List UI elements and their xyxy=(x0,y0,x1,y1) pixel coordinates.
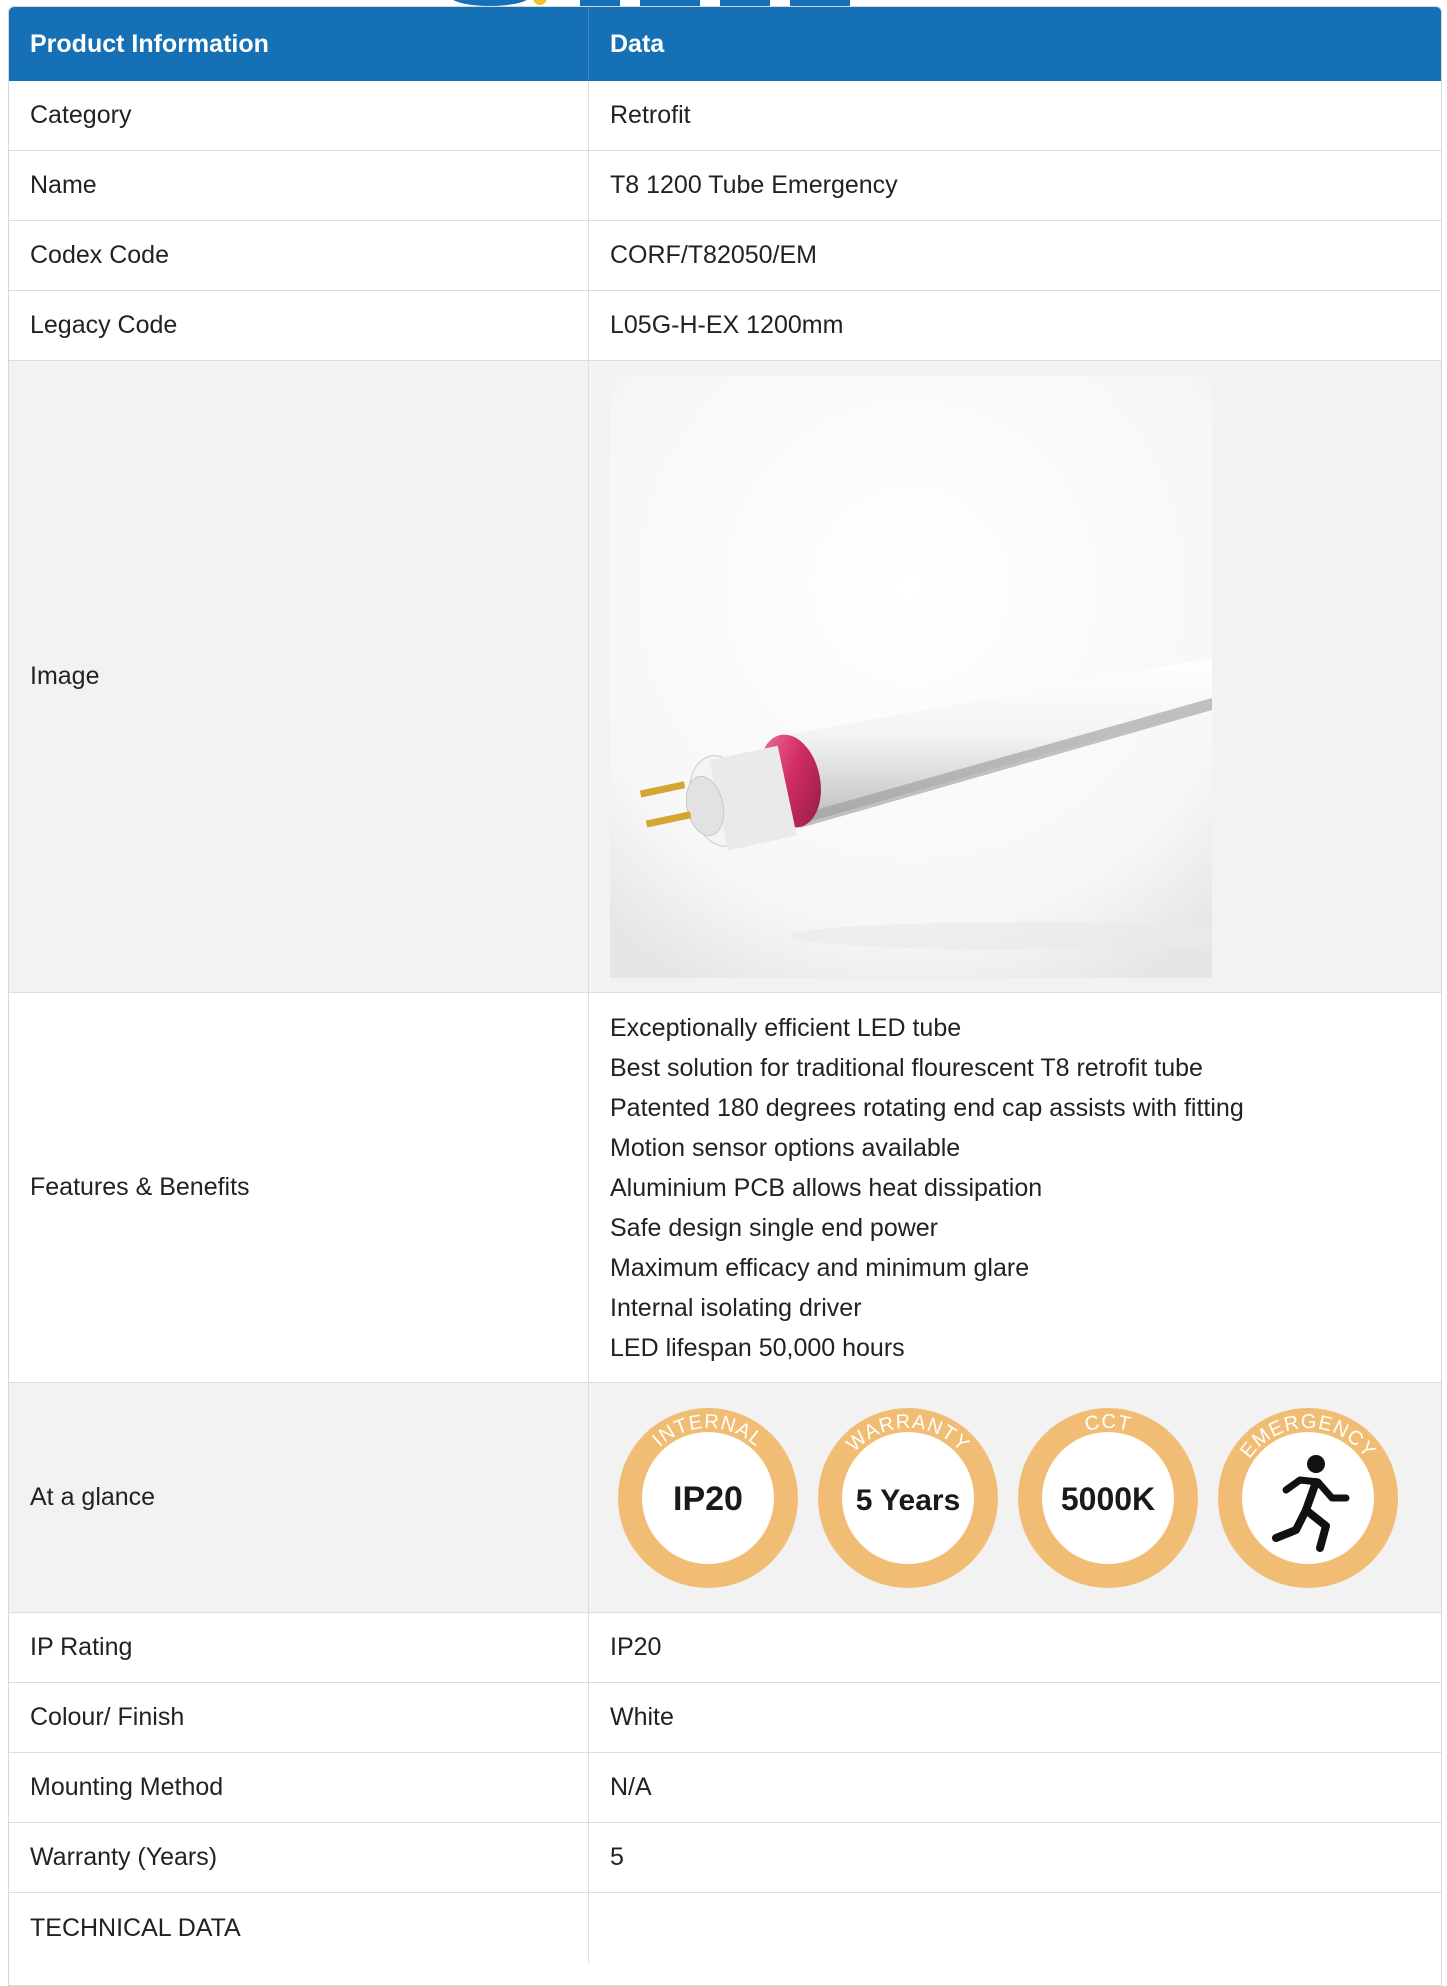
emergency-badge: EMERGENCY xyxy=(1218,1407,1398,1588)
table-row: Colour/ Finish White xyxy=(9,1683,1441,1753)
badge-center-text: 5 Years xyxy=(856,1484,961,1517)
features-label: Features & Benefits xyxy=(9,993,589,1382)
table-row: Warranty (Years) 5 xyxy=(9,1823,1441,1893)
product-image xyxy=(610,375,1212,978)
feature-item: Motion sensor options available xyxy=(610,1133,961,1162)
codex-code-label: Codex Code xyxy=(9,221,589,290)
table-row: Features & Benefits Exceptionally effici… xyxy=(9,993,1441,1383)
glance-badges: INTERNAL IP20 WARRANTY 5 Years CCT 5000K… xyxy=(608,1398,1408,1598)
table-row: Mounting Method N/A xyxy=(9,1753,1441,1823)
table-row: IP Rating IP20 xyxy=(9,1613,1441,1683)
feature-item: Aluminium PCB allows heat dissipation xyxy=(610,1173,1043,1202)
legacy-code-value: L05G-H-EX 1200mm xyxy=(610,311,844,339)
badge-arc-text: CCT xyxy=(1083,1410,1133,1435)
table-row: Image xyxy=(9,361,1441,993)
table-row: Name T8 1200 Tube Emergency xyxy=(9,151,1441,221)
svg-text:CCT: CCT xyxy=(1083,1410,1134,1435)
table-row: Category Retrofit xyxy=(9,81,1441,151)
feature-item: Patented 180 degrees rotating end cap as… xyxy=(610,1093,1244,1122)
table-header: Product Information Data xyxy=(9,7,1441,81)
header-data: Data xyxy=(610,29,665,58)
cct-badge: CCT 5000K xyxy=(1018,1407,1198,1588)
feature-item: Maximum efficacy and minimum glare xyxy=(610,1253,1030,1282)
features-list: Exceptionally efficient LED tube Best so… xyxy=(589,993,1441,1382)
table-row: At a glance INTERNAL IP20 WARRANTY 5 Yea… xyxy=(9,1383,1441,1613)
header-product-information: Product Information xyxy=(9,7,589,81)
feature-item: Safe design single end power xyxy=(610,1213,939,1242)
warranty-years-value: 5 xyxy=(610,1843,624,1871)
image-label: Image xyxy=(9,361,589,992)
ip-rating-label: IP Rating xyxy=(9,1613,589,1682)
feature-item: Exceptionally efficient LED tube xyxy=(610,1013,962,1042)
table-row: Codex Code CORF/T82050/EM xyxy=(9,221,1441,291)
badge-center-text: 5000K xyxy=(1061,1481,1155,1517)
badge-center-text: IP20 xyxy=(673,1480,743,1518)
product-info-table: Product Information Data Category Retrof… xyxy=(8,6,1442,1986)
name-value: T8 1200 Tube Emergency xyxy=(610,171,898,199)
category-label: Category xyxy=(9,81,589,150)
ip-rating-value: IP20 xyxy=(610,1633,662,1661)
warranty-badge: WARRANTY 5 Years xyxy=(818,1407,998,1588)
table-row: Legacy Code L05G-H-EX 1200mm xyxy=(9,291,1441,361)
feature-item: Best solution for traditional flourescen… xyxy=(610,1053,1203,1082)
colour-finish-value: White xyxy=(610,1703,674,1731)
name-label: Name xyxy=(9,151,589,220)
feature-item: LED lifespan 50,000 hours xyxy=(610,1333,905,1362)
mounting-method-value: N/A xyxy=(610,1773,652,1801)
warranty-years-label: Warranty (Years) xyxy=(9,1823,589,1892)
category-value: Retrofit xyxy=(610,101,691,129)
legacy-code-label: Legacy Code xyxy=(9,291,589,360)
feature-item: Internal isolating driver xyxy=(610,1293,862,1322)
at-a-glance-label: At a glance xyxy=(9,1383,589,1612)
table-row: TECHNICAL DATA xyxy=(9,1893,1441,1963)
ip-rating-badge: INTERNAL IP20 xyxy=(618,1407,798,1588)
codex-code-value: CORF/T82050/EM xyxy=(610,241,818,269)
colour-finish-label: Colour/ Finish xyxy=(9,1683,589,1752)
mounting-method-label: Mounting Method xyxy=(9,1753,589,1822)
technical-data-label: TECHNICAL DATA xyxy=(9,1893,589,1963)
